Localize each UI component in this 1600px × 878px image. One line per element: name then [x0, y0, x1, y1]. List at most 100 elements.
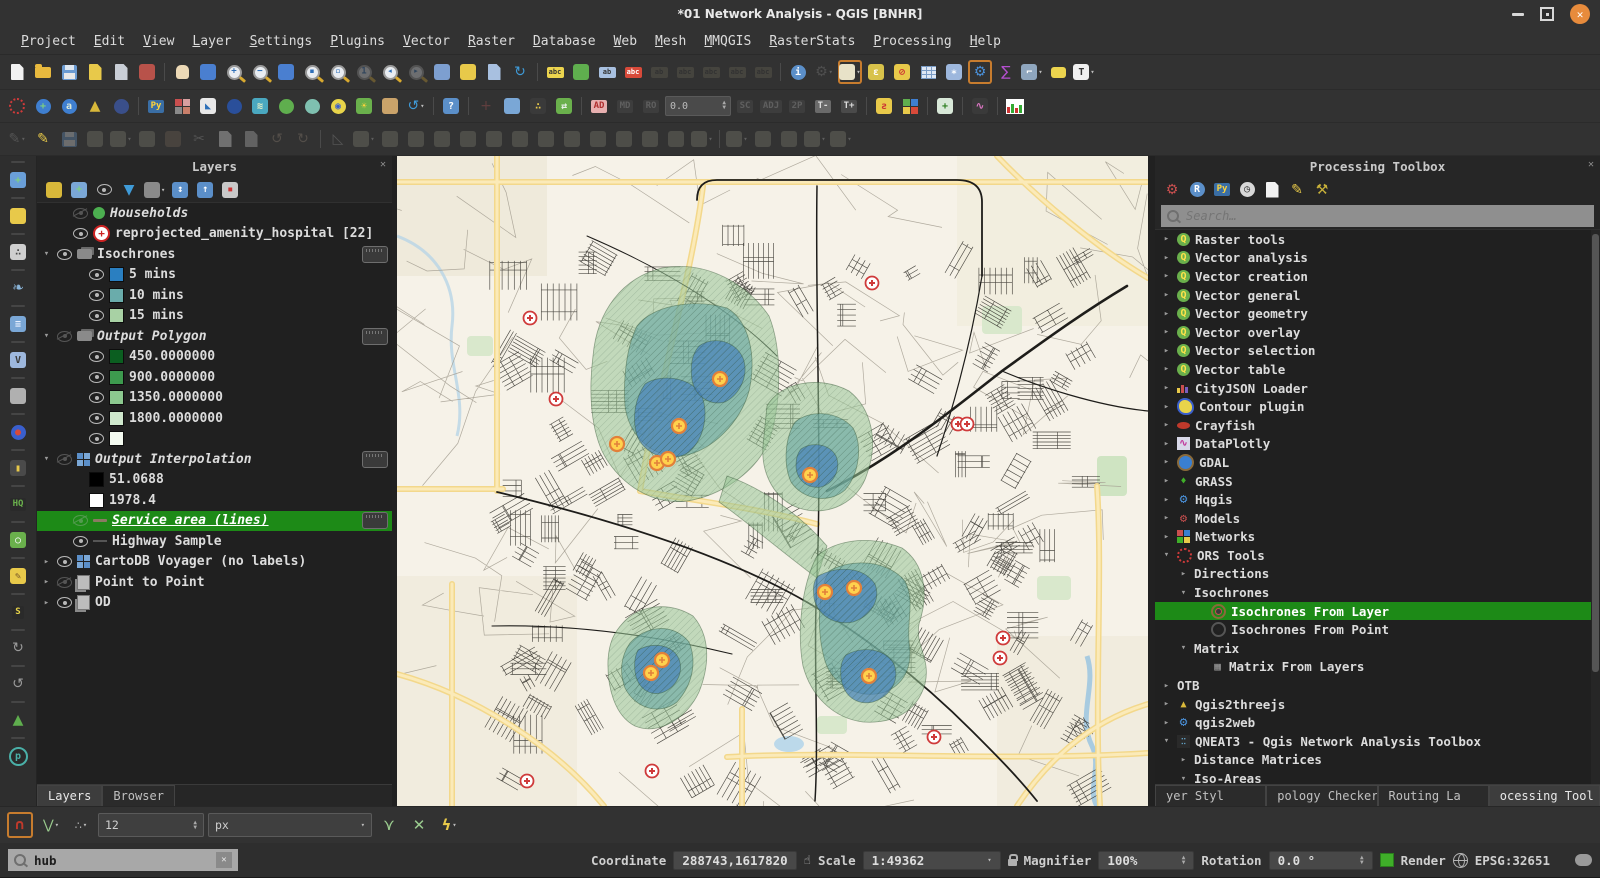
algorithm-row[interactable]: ▾⁚⁚QNEAT3 - Qgis Network Analysis Toolbo… [1155, 732, 1600, 751]
tracing-button[interactable]: ϟ▾ [437, 813, 461, 837]
new-shapefile-layer-button[interactable]: ∴ [6, 241, 30, 263]
menu-plugins[interactable]: Plugins [321, 32, 394, 51]
expander-icon[interactable]: ▸ [1161, 290, 1172, 300]
visibility-eye-icon[interactable] [89, 351, 104, 362]
expand-all-button[interactable]: ↕ [170, 180, 190, 200]
data-source-manager-button[interactable]: + [6, 169, 30, 191]
sld-tool-button[interactable] [898, 94, 922, 118]
expander-icon[interactable]: ▸ [1161, 699, 1172, 709]
cityjson-loader-button[interactable]: ▮ [6, 457, 30, 479]
new-print-layout-button[interactable] [83, 60, 107, 84]
hqgis-plugin-button[interactable]: HQ [6, 493, 30, 515]
locator-search-box[interactable]: ✕ [8, 849, 238, 871]
manage-visibility-button[interactable] [94, 180, 114, 200]
expander-icon[interactable]: ▾ [1161, 550, 1172, 560]
menu-processing[interactable]: Processing [864, 32, 960, 51]
topological-editing-button[interactable]: ⋎ [377, 813, 401, 837]
qgis2threejs-button[interactable]: ▲ [83, 94, 107, 118]
algorithm-row[interactable]: ▸∿DataPlotly [1155, 435, 1600, 454]
dock-tab[interactable]: ocessing Tool [1489, 785, 1600, 806]
save-project-button[interactable] [57, 60, 81, 84]
angle-spin-button[interactable]: 0.0▲▼ [665, 94, 731, 118]
algorithm-row[interactable]: ▸Contour plugin [1155, 397, 1600, 416]
clear-search-icon[interactable]: ✕ [216, 852, 232, 868]
algorithm-row[interactable]: ▸GDAL [1155, 453, 1600, 472]
algorithm-row[interactable]: ▸QVector analysis [1155, 249, 1600, 268]
layer-row[interactable]: 15 mins [37, 306, 392, 327]
memory-layer-indicator-icon[interactable] [362, 246, 388, 263]
pin-labels-button[interactable]: ab [595, 60, 619, 84]
new-bookmark-button[interactable] [430, 60, 454, 84]
visibility-eye-icon[interactable] [57, 249, 72, 260]
zoom-to-layer-button[interactable]: ▫ [326, 60, 350, 84]
memory-layer-indicator-icon[interactable] [362, 451, 388, 468]
new-project-button[interactable] [5, 60, 29, 84]
curve-digitize-button[interactable]: ▾ [803, 127, 827, 151]
mmqgis-globe-search-button[interactable]: a [57, 94, 81, 118]
expander-icon[interactable]: ▾ [1178, 588, 1189, 598]
rotate-label-button[interactable]: abc [699, 60, 723, 84]
expander-icon[interactable]: ▸ [1161, 271, 1172, 281]
digitize-SC-button[interactable]: SC [733, 94, 757, 118]
expander-icon[interactable]: ▸ [1161, 309, 1172, 319]
expander-icon[interactable]: ▸ [1161, 402, 1172, 412]
measure-line-button[interactable]: ⌐▾ [1020, 60, 1044, 84]
processing-search-input[interactable] [1184, 208, 1588, 224]
layer-row[interactable]: ▾Output Polygon [37, 326, 392, 347]
processing-toolbox-button[interactable]: ⚙ [968, 60, 992, 84]
refresh-button[interactable]: ↻ [508, 60, 532, 84]
expander-icon[interactable]: ▸ [1161, 327, 1172, 337]
collapse-all-button[interactable]: ↑ [195, 180, 215, 200]
layers-panel-tab[interactable]: Layers [37, 785, 102, 806]
french-locator-button[interactable]: ● [6, 421, 30, 443]
expander-icon[interactable]: ▸ [1161, 681, 1172, 691]
reshape-features-button[interactable] [560, 127, 584, 151]
visibility-eye-icon[interactable] [73, 208, 88, 219]
snapping-mode-button[interactable]: ⋁▾ [39, 813, 63, 837]
globe-marble-button[interactable] [222, 94, 246, 118]
memory-layer-indicator-icon[interactable] [362, 328, 388, 345]
reload-plugin-button[interactable]: ↻ [6, 637, 30, 659]
visibility-eye-icon[interactable] [89, 269, 104, 280]
menu-database[interactable]: Database [524, 32, 605, 51]
algorithm-row[interactable]: ▸Directions [1155, 565, 1600, 584]
select-by-expression-button[interactable]: ε [864, 60, 888, 84]
merge-features-button[interactable] [638, 127, 662, 151]
visibility-eye-icon[interactable] [89, 290, 104, 301]
quickmapservices-button[interactable] [300, 94, 324, 118]
layer-row[interactable]: ▾Isochrones [37, 244, 392, 265]
delete-ring-button[interactable] [508, 127, 532, 151]
copy-features-button[interactable] [213, 127, 237, 151]
rotation-spinbox[interactable]: 0.0 °▲▼ [1269, 851, 1373, 870]
algorithm-row[interactable]: ▸Networks [1155, 528, 1600, 547]
quickosm-button[interactable]: ✎ [6, 565, 30, 587]
azimuth-tool-button[interactable] [500, 94, 524, 118]
visibility-eye-icon[interactable] [89, 310, 104, 321]
change-label-button[interactable]: abc [673, 60, 697, 84]
algorithm-row[interactable]: ▸QVector geometry [1155, 304, 1600, 323]
run-feature-action-button[interactable]: ⚙▾ [812, 60, 836, 84]
options-button[interactable]: ⚒ [1312, 180, 1332, 200]
wms-server-button[interactable] [6, 385, 30, 407]
layer-row[interactable]: 51.0688 [37, 470, 392, 491]
digitize-2P-button[interactable]: 2P [785, 94, 809, 118]
algorithm-row[interactable]: ▸▲Qgis2threejs [1155, 695, 1600, 714]
map-canvas[interactable] [397, 156, 1148, 806]
scale-select[interactable]: 1:49362▾ [863, 851, 1001, 870]
algorithm-row[interactable]: ▸QVector creation [1155, 267, 1600, 286]
zoom-next-button[interactable]: ▸ [404, 60, 428, 84]
offset-point-symbols-button[interactable] [751, 127, 775, 151]
move-feature-button[interactable]: ▾ [352, 127, 376, 151]
layer-row[interactable]: 450.0000000 [37, 347, 392, 368]
models-menu-button[interactable]: ⚙ [1162, 180, 1182, 200]
table-refresh-button[interactable]: ⇄ [552, 94, 576, 118]
snapping-units-select[interactable]: px▾ [208, 813, 372, 837]
r-scripts-button[interactable]: R [1187, 180, 1207, 200]
expander-icon[interactable]: ▾ [1178, 643, 1189, 653]
pan-to-selection-button[interactable] [196, 60, 220, 84]
layer-row[interactable]: Households [37, 203, 392, 224]
visibility-eye-icon[interactable] [89, 392, 104, 403]
new-virtual-layer-button[interactable]: ≡ [6, 313, 30, 335]
open-attribute-table-button[interactable] [916, 60, 940, 84]
expander-icon[interactable]: ▸ [1161, 476, 1172, 486]
